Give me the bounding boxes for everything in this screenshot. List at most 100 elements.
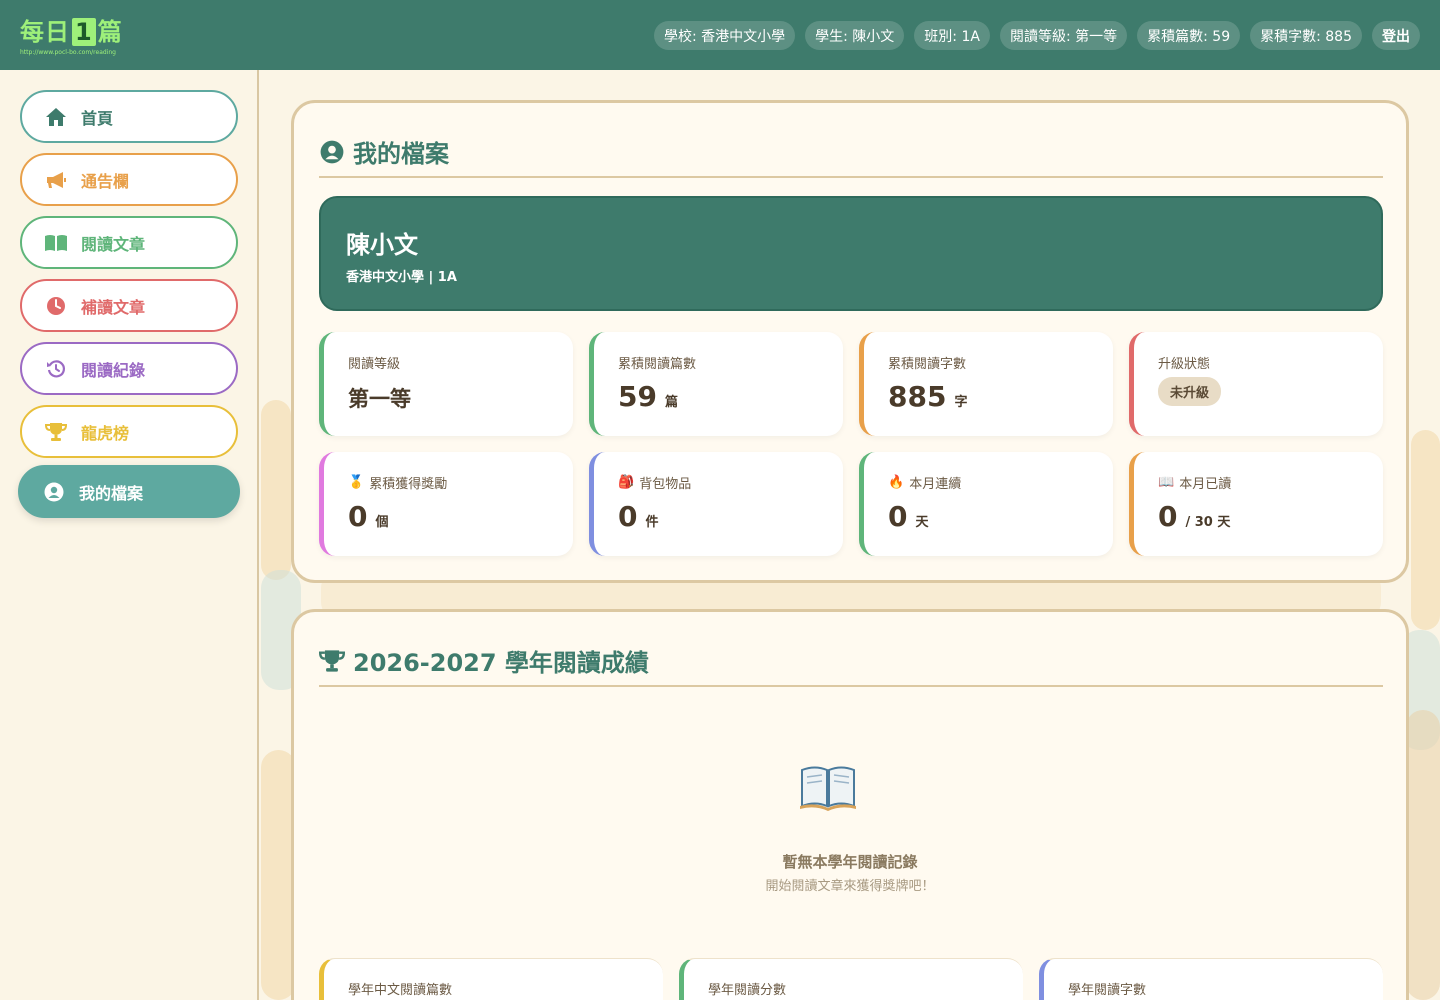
- stat-year-reading-score: 學年閱讀分數: [679, 958, 1023, 1000]
- sidebar-item-label: 首頁: [81, 108, 114, 128]
- stat-monthly-read: 📖 本月已讀 0 / 30 天: [1129, 452, 1383, 556]
- logo-text-2: 篇: [97, 18, 123, 46]
- student-pill: 學生: 陳小文: [805, 21, 905, 50]
- background-illustration: [1411, 430, 1440, 630]
- stat-backpack-items: 🎒 背包物品 0件: [589, 452, 843, 556]
- logo-text-1: 每日: [20, 18, 70, 46]
- empty-state-title: 暫無本學年閱讀記錄: [782, 853, 918, 871]
- sidebar-item-label: 我的檔案: [79, 483, 144, 503]
- user-circle-icon: [42, 480, 66, 504]
- stat-label: 學年閱讀分數: [708, 983, 787, 998]
- stat-label: 累積閱讀字數: [888, 357, 967, 372]
- book-open-icon: [44, 231, 68, 255]
- stat-value: 885 字: [888, 380, 967, 413]
- achievements-card: 2026-2027 學年閱讀成績 暫無本學年閱讀記錄 開始閱讀文章來獲得獎牌吧！…: [291, 609, 1409, 1000]
- sidebar-item-reading-history[interactable]: 閱讀紀錄: [20, 342, 238, 395]
- fire-icon: 🔥: [888, 475, 905, 490]
- stat-unit: 字: [954, 395, 968, 410]
- trophy-icon: [44, 420, 68, 444]
- home-icon: [44, 105, 68, 129]
- articles-pill: 累積篇數: 59: [1137, 21, 1241, 50]
- stat-unit: / 30 天: [1185, 515, 1231, 530]
- open-book-icon: 📖: [1158, 475, 1175, 490]
- stat-label: 閱讀等級: [348, 357, 401, 372]
- sidebar-item-label: 閱讀紀錄: [81, 360, 146, 380]
- stat-unit: 天: [915, 515, 929, 530]
- stat-value: 59 篇: [618, 380, 678, 413]
- logo-text-box: 1: [72, 18, 96, 46]
- sidebar-item-label: 通告欄: [81, 171, 130, 191]
- stat-total-rewards: 🥇 累積獲得獎勵 0個: [319, 452, 573, 556]
- empty-state-subtitle: 開始閱讀文章來獲得獎牌吧！: [765, 879, 935, 894]
- stat-label: 累積閱讀篇數: [618, 357, 697, 372]
- stat-total-words: 累積閱讀字數 885 字: [859, 332, 1113, 436]
- sidebar-item-my-profile[interactable]: 我的檔案: [18, 465, 240, 518]
- profile-title: 我的檔案: [319, 134, 449, 169]
- stat-value: 0個: [348, 500, 389, 533]
- stat-value-number: 59: [618, 380, 657, 413]
- status-badge: 未升級: [1158, 377, 1222, 406]
- divider: [319, 685, 1383, 687]
- sidebar-item-read-articles[interactable]: 閱讀文章: [20, 216, 238, 269]
- trophy-icon: [319, 648, 345, 674]
- background-illustration: [1406, 710, 1440, 1000]
- stat-value: 0件: [618, 500, 659, 533]
- profile-title-text: 我的檔案: [353, 140, 449, 168]
- stat-total-articles: 累積閱讀篇數 59 篇: [589, 332, 843, 436]
- stat-value: 0 / 30 天: [1158, 500, 1230, 533]
- logout-button[interactable]: 登出: [1372, 21, 1420, 50]
- background-illustration: [261, 400, 291, 580]
- stat-label-text: 背包物品: [639, 477, 692, 492]
- stat-label-text: 本月已讀: [1179, 477, 1232, 492]
- backpack-icon: 🎒: [618, 475, 635, 490]
- sidebar-item-label: 閱讀文章: [81, 234, 146, 254]
- stat-upgrade-status: 升級狀態 未升級: [1129, 332, 1383, 436]
- profile-hero: 陳小文 香港中文小學 | 1A: [319, 196, 1383, 311]
- logo-wordmark: 每日 1 篇: [20, 12, 135, 47]
- achievements-title: 2026-2027 學年閱讀成績: [319, 643, 649, 678]
- sidebar-item-label: 補讀文章: [81, 297, 146, 317]
- divider: [319, 176, 1383, 178]
- stat-value-number: 885: [888, 380, 947, 413]
- sidebar-item-label: 龍虎榜: [81, 423, 130, 443]
- stat-value-number: 0: [618, 500, 638, 533]
- profile-card: 我的檔案 陳小文 香港中文小學 | 1A 閱讀等級 第一等 累積閱讀篇數 59 篇…: [291, 100, 1409, 583]
- stat-unit: 篇: [664, 395, 678, 410]
- stat-year-word-count: 學年閱讀字數: [1039, 958, 1383, 1000]
- stat-unit: 件: [645, 515, 659, 530]
- class-pill: 班別: 1A: [914, 21, 990, 50]
- medal-icon: 🥇: [348, 475, 365, 490]
- stat-value-number: 0: [348, 500, 368, 533]
- user-info-bar: 學校: 香港中文小學 學生: 陳小文 班別: 1A 閱讀等級: 第一等 累積篇數…: [653, 21, 1420, 50]
- stat-year-chinese-articles: 學年中文閱讀篇數: [319, 958, 663, 1000]
- stat-label: 🥇 累積獲得獎勵: [348, 473, 447, 492]
- level-pill: 閱讀等級: 第一等: [999, 21, 1128, 50]
- stat-value-number: 0: [1158, 500, 1178, 533]
- stat-unit: 個: [375, 515, 389, 530]
- top-bar: 每日 1 篇 http://www.pocl-bo.com/reading 學校: …: [0, 0, 1440, 70]
- app-logo[interactable]: 每日 1 篇 http://www.pocl-bo.com/reading: [20, 12, 135, 58]
- stat-value-text: 第一等: [348, 387, 411, 411]
- stat-label: 🎒 背包物品: [618, 473, 691, 492]
- school-pill: 學校: 香港中文小學: [653, 21, 796, 50]
- sidebar-item-home[interactable]: 首頁: [20, 90, 238, 143]
- sidebar-item-makeup-articles[interactable]: 補讀文章: [20, 279, 238, 332]
- megaphone-icon: [44, 168, 68, 192]
- stat-value: 第一等: [348, 383, 411, 413]
- stat-value-number: 0: [888, 500, 908, 533]
- stat-reading-level: 閱讀等級 第一等: [319, 332, 573, 436]
- achievements-title-text: 2026-2027 學年閱讀成績: [353, 649, 649, 677]
- words-pill: 累積字數: 885: [1250, 21, 1362, 50]
- sidebar: 首頁 通告欄 閱讀文章 補讀文章 閱讀紀錄 龍虎榜 我的檔案: [0, 70, 259, 1000]
- logo-url: http://www.pocl-bo.com/reading: [20, 49, 116, 56]
- user-circle-icon: [319, 139, 345, 165]
- sidebar-item-leaderboard[interactable]: 龍虎榜: [20, 405, 238, 458]
- stat-monthly-streak: 🔥 本月連續 0天: [859, 452, 1113, 556]
- stat-label: 升級狀態: [1158, 357, 1211, 372]
- clock-icon: [44, 294, 68, 318]
- stat-label: 學年中文閱讀篇數: [348, 983, 453, 998]
- student-school-class: 香港中文小學 | 1A: [346, 270, 457, 285]
- stat-label: 📖 本月已讀: [1158, 473, 1231, 492]
- sidebar-item-notices[interactable]: 通告欄: [20, 153, 238, 206]
- stat-value: 0天: [888, 500, 929, 533]
